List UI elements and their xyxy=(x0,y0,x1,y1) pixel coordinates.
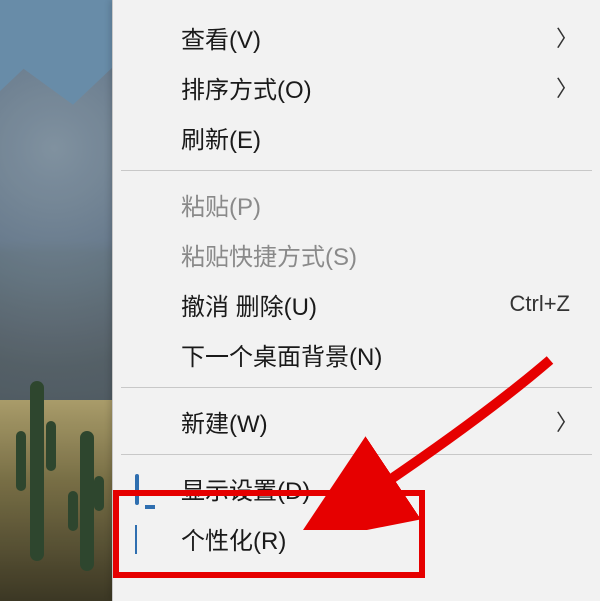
menu-item-personalize[interactable]: 个性化(R) xyxy=(113,513,600,563)
menu-item-paste-shortcut: 粘贴快捷方式(S) xyxy=(113,229,600,279)
menu-item-view[interactable]: 查看(V) 〉 xyxy=(113,12,600,62)
chevron-right-icon: 〉 xyxy=(556,71,578,103)
menu-item-undo-delete[interactable]: 撤消 删除(U) Ctrl+Z xyxy=(113,279,600,329)
menu-item-label: 个性化(R) xyxy=(181,521,286,556)
menu-item-label: 显示设置(D) xyxy=(181,471,310,506)
desktop-context-menu: 查看(V) 〉 排序方式(O) 〉 刷新(E) 粘贴(P) 粘贴快捷方式(S) … xyxy=(112,0,600,601)
menu-item-sort[interactable]: 排序方式(O) 〉 xyxy=(113,62,600,112)
menu-item-label: 撤消 删除(U) xyxy=(181,287,317,322)
menu-item-paste: 粘贴(P) xyxy=(113,179,600,229)
menu-item-label: 粘贴快捷方式(S) xyxy=(181,237,357,272)
chevron-right-icon: 〉 xyxy=(556,405,578,437)
personalize-icon xyxy=(135,526,165,550)
menu-item-display-settings[interactable]: 显示设置(D) xyxy=(113,463,600,513)
menu-item-label: 新建(W) xyxy=(181,404,268,439)
menu-item-label: 刷新(E) xyxy=(181,120,261,155)
chevron-right-icon: 〉 xyxy=(556,21,578,53)
menu-item-label: 下一个桌面背景(N) xyxy=(181,337,382,372)
menu-item-new[interactable]: 新建(W) 〉 xyxy=(113,396,600,446)
menu-item-shortcut: Ctrl+Z xyxy=(510,291,571,317)
menu-item-label: 排序方式(O) xyxy=(181,70,312,105)
monitor-icon xyxy=(135,476,165,500)
menu-item-label: 粘贴(P) xyxy=(181,187,261,222)
menu-item-next-wallpaper[interactable]: 下一个桌面背景(N) xyxy=(113,329,600,379)
menu-separator xyxy=(121,454,592,455)
menu-separator xyxy=(121,170,592,171)
menu-item-refresh[interactable]: 刷新(E) xyxy=(113,112,600,162)
menu-separator xyxy=(121,387,592,388)
menu-item-label: 查看(V) xyxy=(181,20,261,55)
